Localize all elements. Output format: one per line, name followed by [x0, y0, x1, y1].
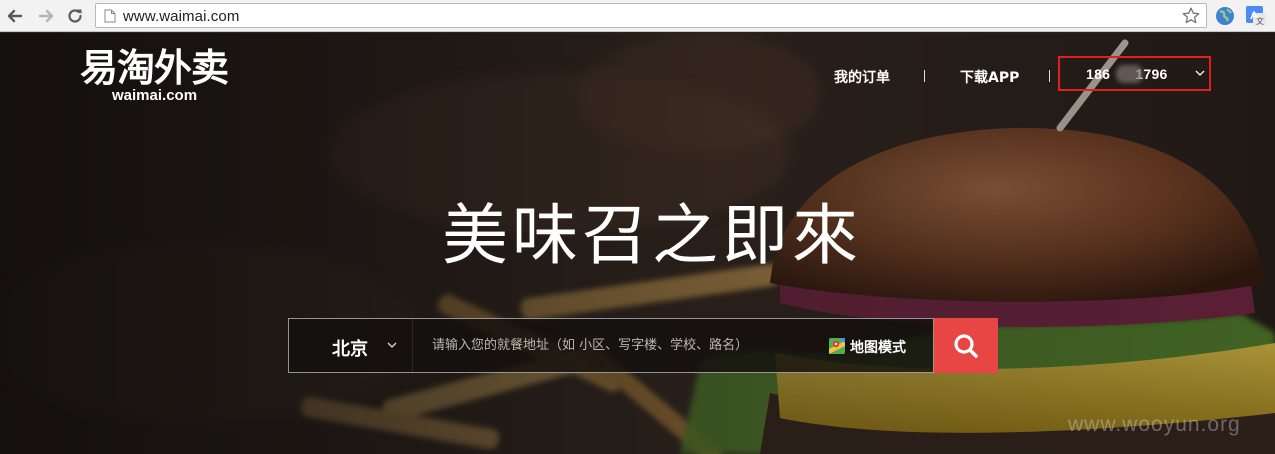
chevron-down-icon — [387, 342, 397, 348]
nav-divider — [1049, 70, 1050, 82]
globe-icon[interactable] — [1214, 5, 1236, 27]
reload-icon — [68, 9, 82, 23]
reload-button[interactable] — [64, 5, 86, 27]
logo-english: waimai.com — [112, 87, 198, 104]
address-bar[interactable]: www.waimai.com — [95, 3, 1207, 28]
nav-divider — [924, 70, 925, 82]
site-logo[interactable]: 易淘外卖 waimai.com — [80, 46, 245, 104]
city-name: 北京 — [332, 339, 368, 360]
chevron-down-icon — [1195, 70, 1205, 76]
map-icon — [829, 338, 845, 354]
arrow-right-icon — [38, 9, 54, 23]
search-button[interactable] — [934, 318, 998, 373]
address-search-bar: 北京 地图模式 — [288, 318, 998, 373]
city-selector[interactable]: 北京 — [288, 318, 413, 373]
address-field-wrapper: 地图模式 — [412, 318, 934, 373]
forward-button[interactable] — [35, 5, 57, 27]
address-input[interactable] — [412, 319, 812, 372]
page-icon — [104, 9, 116, 23]
translate-icon[interactable]: A 文 — [1245, 5, 1267, 27]
url-text[interactable]: www.waimai.com — [123, 8, 239, 25]
map-mode-label: 地图模式 — [850, 340, 906, 356]
hero-slogan: 美味召之即來 — [442, 197, 862, 274]
logo-chinese: 易淘外卖 — [80, 46, 229, 90]
star-icon[interactable] — [1181, 6, 1201, 26]
nav-my-orders[interactable]: 我的订单 — [834, 67, 890, 87]
nav-download-app[interactable]: 下载APP — [960, 67, 1019, 87]
arrow-left-icon — [7, 9, 23, 23]
back-button[interactable] — [4, 5, 26, 27]
watermark: www.wooyun.org — [1068, 413, 1241, 436]
user-account-menu[interactable]: 186 1796 — [1058, 56, 1211, 91]
svg-text:文: 文 — [1256, 16, 1264, 26]
search-icon — [954, 333, 978, 358]
phone-redaction — [1116, 65, 1143, 83]
browser-toolbar: www.waimai.com A 文 — [0, 0, 1275, 32]
hero-banner: 易淘外卖 waimai.com 我的订单 下载APP 186 1796 美味召之即… — [0, 33, 1275, 454]
